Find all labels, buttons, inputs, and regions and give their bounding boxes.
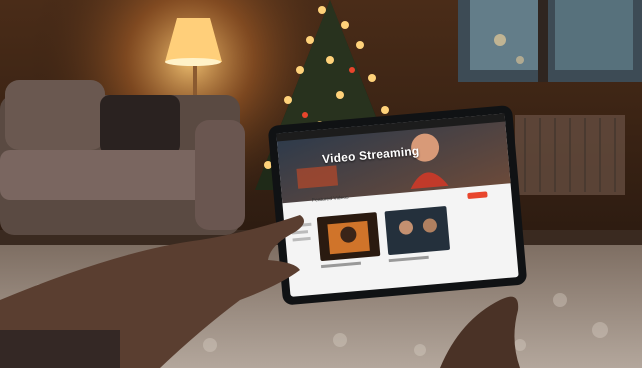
tablet-device: [268, 105, 527, 305]
radiator: [515, 115, 625, 195]
window: [458, 0, 642, 82]
living-room-scene: Video Streaming Featured Videos: [0, 0, 642, 368]
sofa: [0, 80, 245, 235]
background-illustration: [0, 0, 642, 368]
